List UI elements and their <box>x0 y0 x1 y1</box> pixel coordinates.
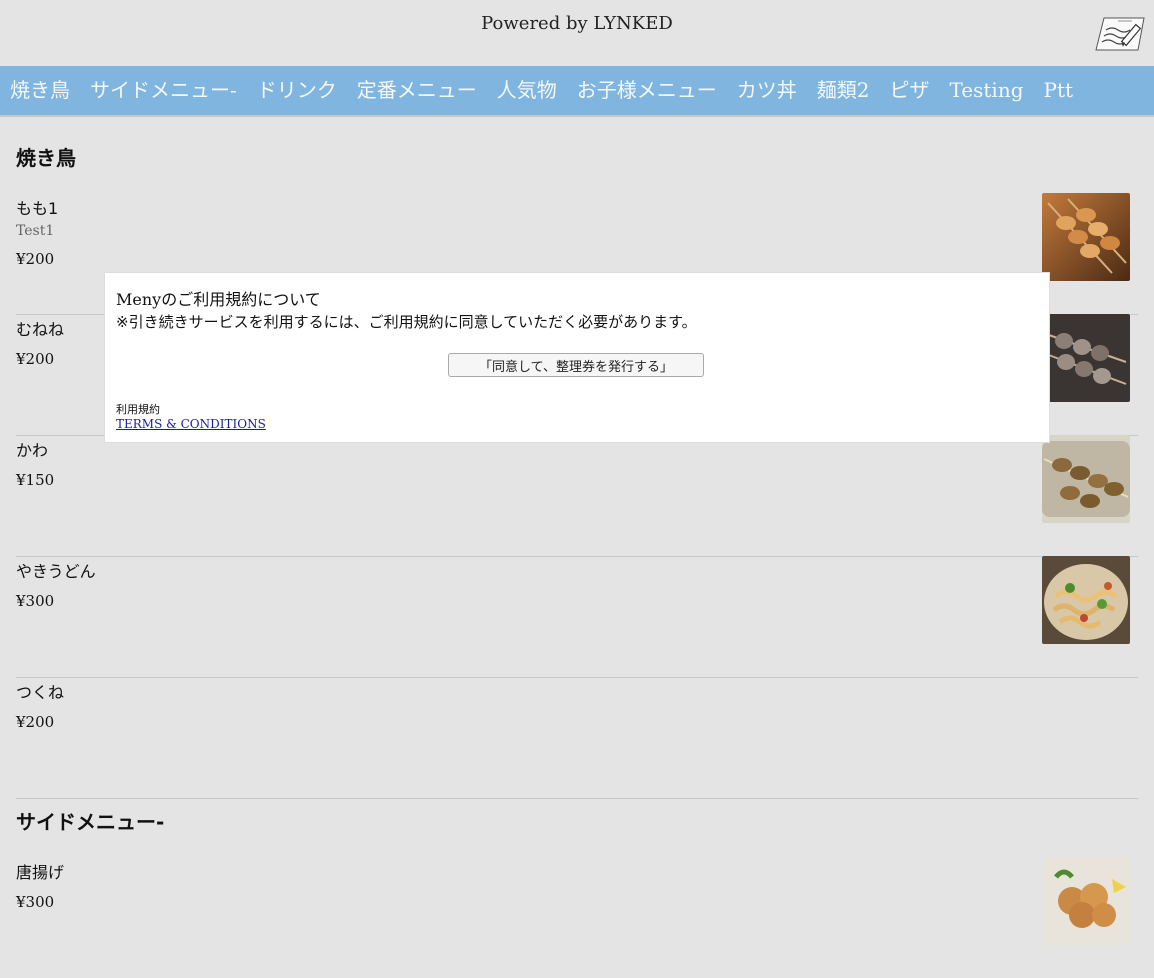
tab-popular[interactable]: 人気物 <box>487 66 567 115</box>
yaki-udon-photo <box>1042 556 1130 644</box>
item-name: やきうどん <box>16 562 96 581</box>
item-price: ¥200 <box>16 250 55 268</box>
item-description: Test1 <box>16 223 55 239</box>
item-name: 唐揚げ <box>16 863 65 882</box>
terms-consent-modal: Menyのご利用規約について ※引き続きサービスを利用するには、ご利用規約に同意… <box>105 273 1049 442</box>
tab-pizza[interactable]: ピザ <box>880 66 940 115</box>
modal-note: ※引き続きサービスを利用するには、ご利用規約に同意していただく必要があります。 <box>116 313 697 331</box>
item-name: つくね <box>16 683 65 702</box>
yakitori-kawa-photo <box>1042 435 1130 523</box>
karaage-photo <box>1042 857 1130 945</box>
tab-katsudon[interactable]: カツ丼 <box>727 66 807 115</box>
yakitori-momo-photo <box>1042 193 1130 281</box>
tab-ptt[interactable]: Ptt <box>1034 66 1084 115</box>
top-bar: Powered by LYNKED <box>0 0 1154 66</box>
menu-item[interactable]: やきうどん ¥300 <box>16 556 1138 678</box>
menu-item[interactable]: つくね ¥200 <box>16 677 1138 799</box>
memo-pen-icon[interactable] <box>1094 12 1150 56</box>
terms-label: 利用規約 <box>116 403 160 416</box>
tab-yakitori[interactable]: 焼き鳥 <box>0 66 80 115</box>
section-title: サイドメニュー- <box>16 810 165 834</box>
item-name: かわ <box>16 441 49 460</box>
tab-testing[interactable]: Testing <box>940 66 1034 115</box>
yakitori-mune-photo <box>1042 314 1130 402</box>
item-name: むねね <box>16 320 65 339</box>
item-price: ¥200 <box>16 713 55 731</box>
item-name: もも1 <box>16 199 59 218</box>
menu-item[interactable]: かわ ¥150 <box>16 435 1138 557</box>
powered-by-text: Powered by LYNKED <box>481 13 673 34</box>
tab-side-menu[interactable]: サイドメニュー- <box>80 66 247 115</box>
item-price: ¥150 <box>16 471 55 489</box>
tab-kids-menu[interactable]: お子様メニュー <box>567 66 727 115</box>
modal-title: Menyのご利用規約について <box>116 290 321 309</box>
menu-item[interactable]: 唐揚げ ¥300 <box>16 857 1138 978</box>
tab-drink[interactable]: ドリンク <box>247 66 347 115</box>
agree-issue-ticket-button[interactable]: 「同意して、整理券を発行する」 <box>448 353 704 377</box>
category-nav: 焼き鳥 サイドメニュー- ドリンク 定番メニュー 人気物 お子様メニュー カツ丼… <box>0 66 1154 117</box>
item-price: ¥200 <box>16 350 55 368</box>
tab-standard-menu[interactable]: 定番メニュー <box>347 66 487 115</box>
tab-noodles[interactable]: 麺類2 <box>807 66 880 115</box>
item-price: ¥300 <box>16 592 55 610</box>
terms-and-conditions-link[interactable]: TERMS & CONDITIONS <box>116 417 266 431</box>
item-price: ¥300 <box>16 893 55 911</box>
section-title: 焼き鳥 <box>16 146 76 170</box>
